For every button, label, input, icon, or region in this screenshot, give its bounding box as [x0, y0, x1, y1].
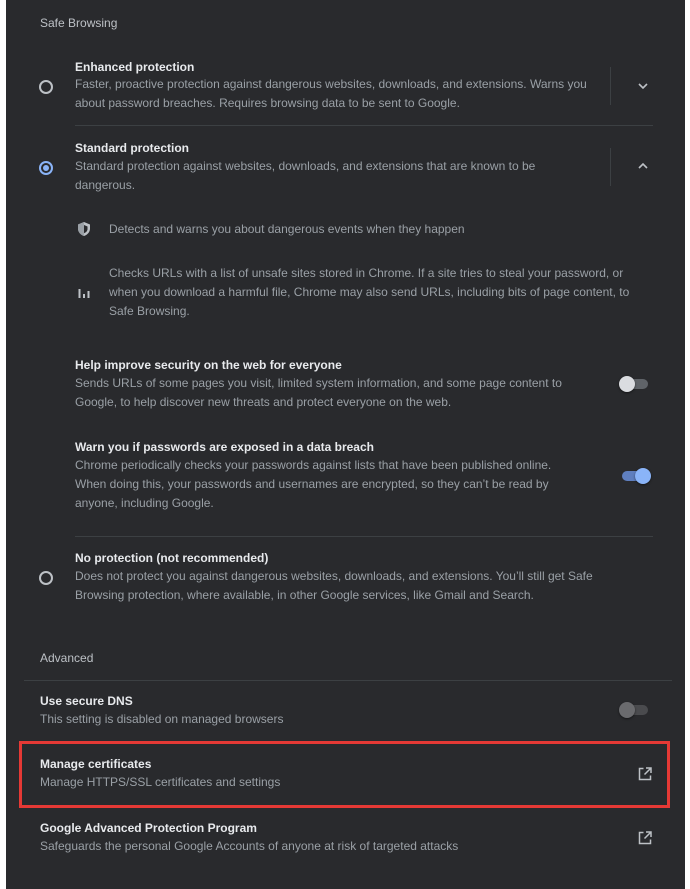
standard-protection-desc: Standard protection against websites, do… — [75, 159, 536, 192]
standard-protection-row[interactable]: Standard protection Standard protection … — [6, 128, 685, 198]
chevron-up-icon[interactable] — [635, 158, 651, 174]
advanced-header: Advanced — [40, 651, 94, 665]
help-improve-title: Help improve security on the web for eve… — [75, 358, 342, 372]
safe-browsing-header: Safe Browsing — [40, 16, 118, 30]
gapp-desc: Safeguards the personal Google Accounts … — [40, 839, 459, 853]
manage-certificates-row[interactable]: Manage certificates Manage HTTPS/SSL cer… — [19, 741, 670, 808]
divider — [610, 148, 611, 186]
bullet-text: Checks URLs with a list of unsafe sites … — [109, 266, 630, 318]
secure-dns-toggle[interactable] — [619, 702, 651, 718]
no-protection-desc: Does not protect you against dangerous w… — [75, 569, 593, 602]
warn-passwords-title: Warn you if passwords are exposed in a d… — [75, 440, 374, 454]
standard-protection-radio[interactable] — [39, 161, 53, 175]
divider — [24, 680, 672, 681]
open-in-new-icon[interactable] — [637, 830, 653, 846]
secure-dns-row[interactable]: Use secure DNS This setting is disabled … — [6, 686, 685, 736]
help-improve-toggle[interactable] — [619, 376, 651, 392]
enhanced-protection-desc: Faster, proactive protection against dan… — [75, 77, 587, 110]
standard-protection-title: Standard protection — [75, 141, 190, 155]
no-protection-title: No protection (not recommended) — [75, 551, 269, 565]
help-improve-desc: Sends URLs of some pages you visit, limi… — [75, 376, 562, 409]
security-settings-panel: Safe Browsing Enhanced protection Faster… — [6, 0, 685, 889]
enhanced-protection-row[interactable]: Enhanced protection Faster, proactive pr… — [6, 50, 685, 120]
warn-passwords-desc: Chrome periodically checks your password… — [75, 458, 552, 510]
toggle-knob — [635, 468, 651, 484]
divider — [610, 67, 611, 105]
warn-passwords-row[interactable]: Warn you if passwords are exposed in a d… — [6, 436, 685, 516]
enhanced-protection-title: Enhanced protection — [75, 60, 195, 74]
shield-icon — [78, 222, 90, 236]
enhanced-protection-radio[interactable] — [39, 80, 53, 94]
chevron-down-icon[interactable] — [635, 78, 651, 94]
bullet-text: Detects and warns you about dangerous ev… — [109, 222, 465, 236]
manage-certificates-title: Manage certificates — [40, 757, 152, 771]
divider — [75, 536, 653, 537]
gapp-title: Google Advanced Protection Program — [40, 821, 257, 835]
toggle-knob — [619, 702, 635, 718]
no-protection-row[interactable]: No protection (not recommended) Does not… — [6, 541, 685, 611]
secure-dns-desc: This setting is disabled on managed brow… — [40, 712, 284, 726]
warn-passwords-toggle[interactable] — [619, 468, 651, 484]
open-in-new-icon[interactable] — [637, 766, 653, 782]
bar-chart-icon — [78, 289, 90, 298]
secure-dns-title: Use secure DNS — [40, 694, 133, 708]
no-protection-radio[interactable] — [39, 571, 53, 585]
divider — [75, 125, 653, 126]
gapp-row[interactable]: Google Advanced Protection Program Safeg… — [6, 812, 685, 872]
manage-certificates-desc: Manage HTTPS/SSL certificates and settin… — [40, 775, 281, 789]
toggle-knob — [619, 376, 635, 392]
help-improve-row[interactable]: Help improve security on the web for eve… — [6, 354, 685, 414]
